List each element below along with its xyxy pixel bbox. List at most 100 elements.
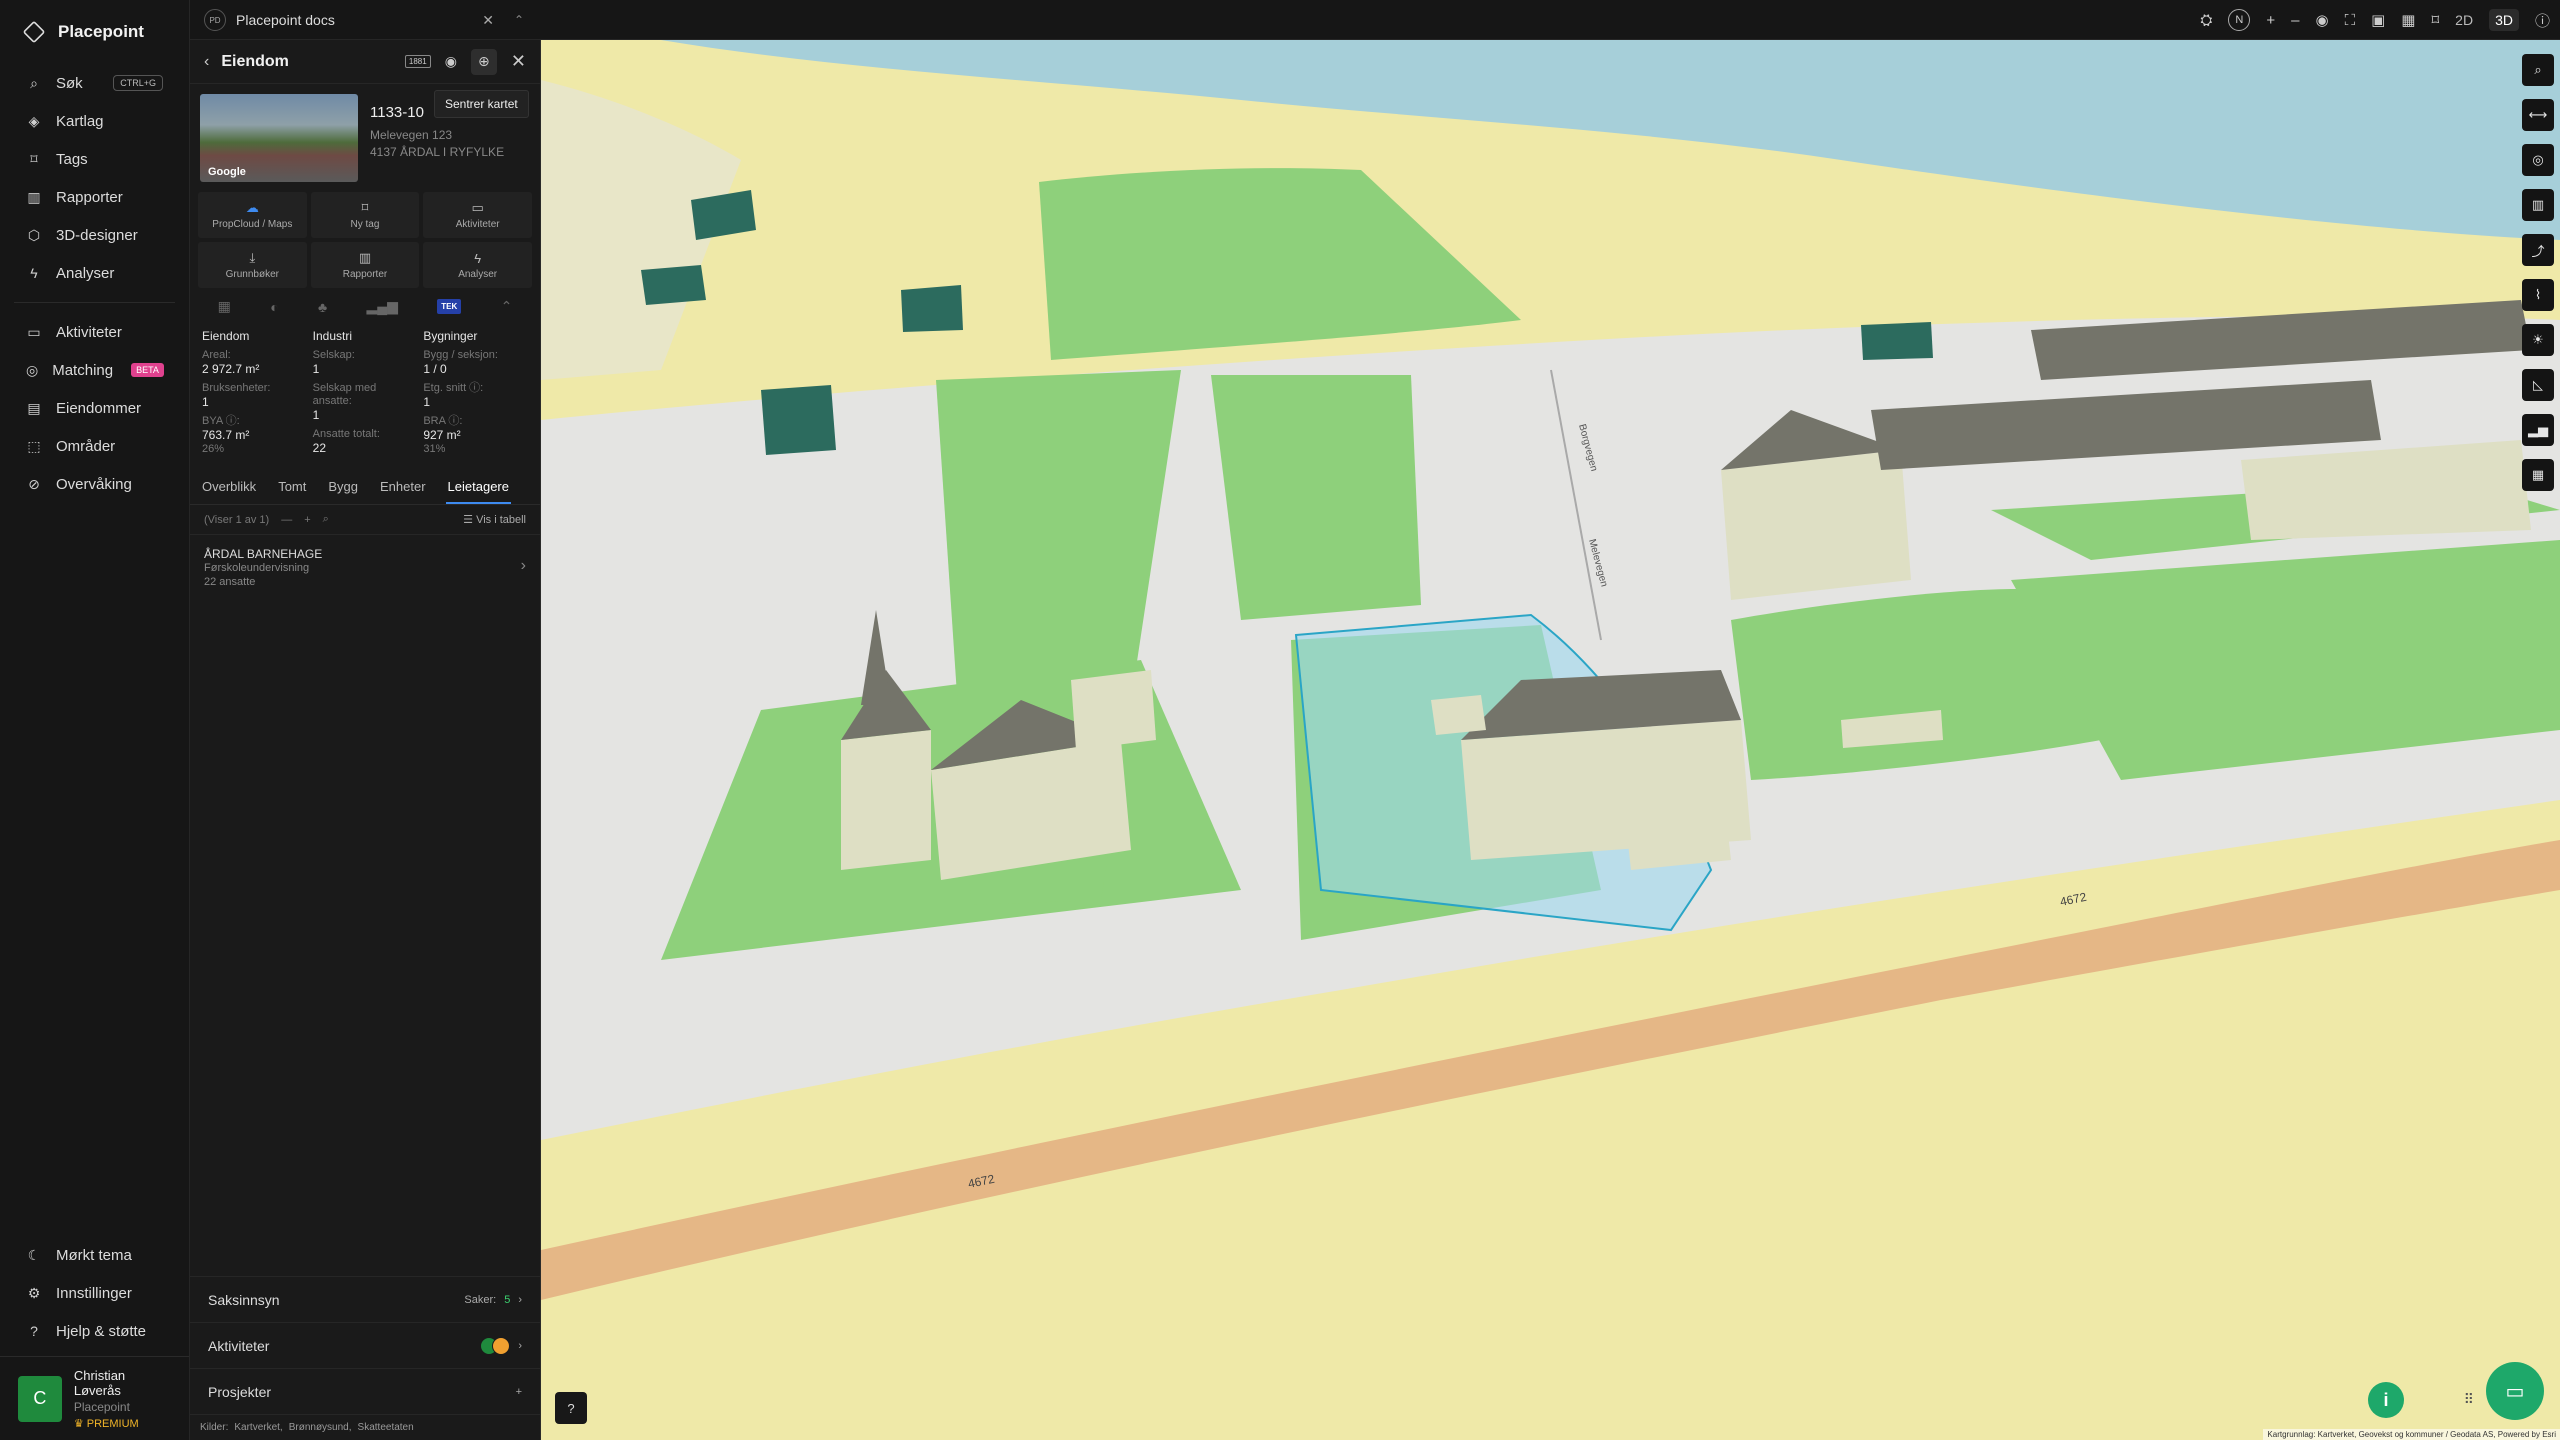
nav-bottom-group: ☾ Mørkt tema ⚙ Innstillinger ? Hjelp & s… — [0, 1236, 189, 1350]
tab-leietagere[interactable]: Leietagere — [445, 471, 511, 504]
user-profile[interactable]: C Christian Løverås Placepoint ♛ PREMIUM — [0, 1356, 189, 1440]
tab-enheter[interactable]: Enheter — [378, 471, 428, 504]
nav-item-tags[interactable]: ⌑ Tags — [0, 140, 189, 178]
nav-item-dark-theme[interactable]: ☾ Mørkt tema — [0, 1236, 189, 1274]
beta-badge: BETA — [131, 363, 164, 377]
street-view-photo[interactable]: Google — [200, 94, 358, 182]
doc-title: Placepoint docs — [236, 12, 335, 28]
map-side-tools: ⌕ ⟷ ◎ ▥ ⤴ ⌇ ☀ ◺ ▂▅ ▦ — [2522, 54, 2554, 491]
north-compass[interactable]: N — [2228, 9, 2251, 31]
plus-icon[interactable]: + — [304, 514, 310, 526]
source-link[interactable]: Skatteetaten — [358, 1422, 414, 1433]
fact-label: Bruksenheter: — [202, 382, 271, 394]
nav-item-help[interactable]: ? Hjelp & støtte — [0, 1312, 189, 1350]
histogram-icon[interactable]: ▂▅ — [2522, 414, 2554, 446]
nav-item-aktiviteter[interactable]: ▭ Aktiviteter — [0, 313, 189, 351]
back-icon[interactable]: ‹ — [204, 53, 209, 71]
add-project-button[interactable]: + — [516, 1386, 522, 1398]
profile-icon[interactable]: ⌇ — [2522, 279, 2554, 311]
search-icon: ⌕ — [30, 75, 38, 91]
section-saksinnsyn[interactable]: Saksinnsyn Saker: 5 › — [190, 1276, 540, 1322]
camera-icon[interactable]: ▣ — [2371, 11, 2385, 29]
tree-icon[interactable]: ♣ — [318, 299, 327, 315]
sun-icon[interactable]: ☀ — [2522, 324, 2554, 356]
nav-item-settings[interactable]: ⚙ Innstillinger — [0, 1274, 189, 1312]
source-link[interactable]: Kartverket, — [234, 1422, 282, 1433]
help-button[interactable]: ? — [555, 1392, 587, 1424]
minus-icon[interactable]: — — [281, 514, 292, 526]
top-bar: PD Placepoint docs ✕ ⌃ ⛭ N + – ◉ ⛶ ▣ ▦ ⌑… — [190, 0, 2560, 40]
building-icon: ▤ — [27, 400, 41, 416]
show-table-button[interactable]: ☰ Vis i tabell — [463, 513, 526, 526]
bar-chart-icon[interactable]: ▥ — [2522, 189, 2554, 221]
eye-icon[interactable]: ◉ — [2315, 11, 2328, 29]
close-icon[interactable]: ✕ — [511, 51, 526, 72]
tab-bygg[interactable]: Bygg — [326, 471, 360, 504]
bookmark-icon[interactable]: ⌑ — [2431, 11, 2439, 29]
chip-1881[interactable]: 1881 — [404, 55, 431, 68]
grass-field — [1039, 168, 1521, 360]
view-shed-icon[interactable]: ◎ — [2522, 144, 2554, 176]
map-canvas[interactable]: Melevegen Borgvegen 4672 4672 — [541, 40, 2560, 1440]
nav-label: Aktiviteter — [56, 323, 122, 341]
analyses-button[interactable]: ϟ Analyser — [423, 242, 532, 288]
nav-item-3d-designer[interactable]: ⬡ 3D-designer — [0, 216, 189, 254]
grid-source-icon[interactable]: ▦ — [218, 298, 231, 315]
layers-3d-icon[interactable]: ⛭ — [2200, 12, 2212, 29]
activities-button[interactable]: ▭ Aktiviteter — [423, 192, 532, 238]
view-2d-toggle[interactable]: 2D — [2455, 12, 2473, 28]
grid-icon[interactable]: ▦ — [2401, 11, 2415, 29]
list-item[interactable]: ÅRDAL BARNEHAGE Førskoleundervisning 22 … — [190, 535, 540, 601]
search-map-icon[interactable]: ⌕ — [2522, 54, 2554, 86]
collapse-icon[interactable]: ⌃ — [501, 298, 513, 315]
measure-icon[interactable]: ⟷ — [2522, 99, 2554, 131]
info-icon[interactable]: ⓘ — [2535, 10, 2550, 31]
center-map-tooltip: Sentrer kartet — [434, 90, 529, 118]
bookmark-icon: ⌑ — [361, 200, 369, 215]
info-button[interactable]: i — [2368, 1382, 2404, 1418]
zoom-out-icon[interactable]: – — [2291, 12, 2299, 29]
elevation-icon[interactable]: ⤴ — [2522, 234, 2554, 266]
layer-grid-icon[interactable]: ▦ — [2522, 459, 2554, 491]
doc-tab[interactable]: PD Placepoint docs ✕ ⌃ — [204, 6, 524, 34]
view-3d-toggle[interactable]: 3D — [2489, 9, 2519, 31]
center-map-button[interactable]: ⊕ — [470, 48, 497, 75]
nav-item-omrader[interactable]: ⬚ Områder — [0, 427, 189, 465]
tab-overblikk[interactable]: Overblikk — [200, 471, 258, 504]
chat-button[interactable]: ▭ — [2486, 1362, 2544, 1420]
nav-item-overvaking[interactable]: ⊘ Overvåking — [0, 465, 189, 503]
land-registry-button[interactable]: ⤓ Grunnbøker — [198, 242, 307, 288]
app-brand[interactable]: Placepoint — [0, 0, 189, 64]
data-sources: Kilder: Kartverket, Brønnøysund, Skattee… — [190, 1414, 540, 1440]
eye-icon[interactable]: ◉ — [445, 53, 457, 70]
propcloud-maps-button[interactable]: ☁ PropCloud / Maps — [198, 192, 307, 238]
close-icon[interactable]: ✕ — [482, 12, 494, 29]
new-tag-button[interactable]: ⌑ Ny tag — [310, 192, 420, 238]
nav-item-rapporter[interactable]: ▥ Rapporter — [0, 178, 189, 216]
source-link[interactable]: Brønnøysund, — [289, 1422, 352, 1433]
zoom-in-icon[interactable]: + — [2266, 12, 2275, 29]
section-aktiviteter[interactable]: Aktiviteter › — [190, 1322, 540, 1368]
nav-item-analyser[interactable]: ϟ Analyser — [0, 254, 189, 292]
fullscreen-icon[interactable]: ⛶ — [2345, 12, 2356, 29]
nav-item-search[interactable]: ⌕ Søk CTRL+G — [0, 64, 189, 102]
fact-percent: 26% — [202, 443, 225, 455]
nav-label: Områder — [56, 437, 116, 455]
reports-button[interactable]: ▥ Rapporter — [310, 242, 420, 288]
globe-icon[interactable]: ◐ — [270, 299, 278, 315]
drag-handle-icon[interactable]: ⠿ — [2464, 1391, 2474, 1408]
section-prosjekter[interactable]: Prosjekter + — [190, 1368, 540, 1414]
tier-label: PREMIUM — [86, 1417, 139, 1430]
nav-item-eiendommer[interactable]: ▤ Eiendommer — [0, 389, 189, 427]
map-3d-view[interactable]: Melevegen Borgvegen 4672 4672 ⌕ ⟷ ◎ ▥ ⤴ … — [541, 40, 2560, 1440]
chevron-updown-icon[interactable]: ⌃ — [514, 13, 524, 27]
slope-icon[interactable]: ◺ — [2522, 369, 2554, 401]
search-icon[interactable]: ⌕ — [323, 513, 329, 526]
tek-badge[interactable]: TEK — [437, 299, 462, 314]
nav-item-kartlag[interactable]: ◈ Kartlag — [0, 102, 189, 140]
signal-icon[interactable]: ▂▄▆ — [366, 298, 397, 315]
section-label: Aktiviteter — [208, 1337, 270, 1354]
check-circle-icon: ⊘ — [28, 476, 40, 492]
nav-item-matching[interactable]: ◎ Matching BETA — [0, 351, 189, 389]
tab-tomt[interactable]: Tomt — [276, 471, 308, 504]
